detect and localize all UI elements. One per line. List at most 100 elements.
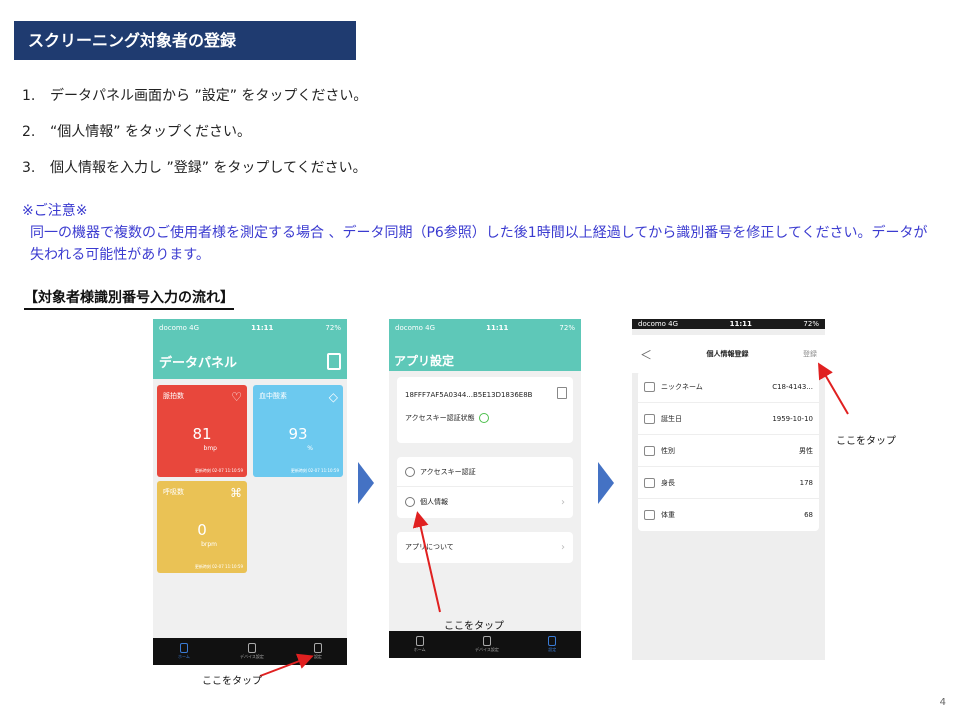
device-card: 18FFF7AF5A0344...B5E13D1836E8B アクセスキー認証状… (397, 377, 573, 443)
battery-label: 72% (559, 324, 575, 332)
tile-time: 更新時刻 02-07 11:10:59 (194, 564, 243, 569)
register-button[interactable]: 登録 (803, 349, 817, 359)
field-value: C18-4143... (772, 382, 813, 391)
spo2-tile[interactable]: 血中酸素 ◇ 93 % 更新時刻 02-07 11:10:59 (253, 385, 343, 477)
settings-card: アクセスキー認証 個人情報 › (397, 457, 573, 518)
nav-label: ホーム (178, 654, 190, 659)
screen-title: アプリ設定 (394, 354, 455, 368)
phone-icon (313, 643, 322, 653)
drop-icon: ◇ (328, 390, 338, 404)
flow-arrow-icon (358, 462, 374, 504)
flow-title: 【対象者様識別番号入力の流れ】 (24, 287, 234, 310)
row-label: アプリについて (405, 543, 454, 551)
about-row[interactable]: アプリについて › (397, 532, 573, 562)
about-card: アプリについて › (397, 532, 573, 563)
home-icon (179, 643, 188, 653)
ruler-icon (644, 477, 655, 488)
tile-time: 更新時刻 02-07 11:10:59 (290, 468, 339, 473)
lungs-icon: ⌘ (230, 486, 242, 500)
field-label: 性別 (661, 446, 675, 455)
field-label: ニックネーム (661, 382, 703, 391)
page-number: 4 (939, 697, 946, 708)
field-value: 178 (799, 478, 813, 487)
field-value: 1959-10-10 (772, 414, 813, 423)
person-icon (405, 497, 415, 507)
weight-row[interactable]: 体重 68 (638, 499, 819, 531)
nav-label: デバイス設定 (475, 647, 499, 652)
nickname-icon (644, 381, 655, 392)
phone-screen-app-settings: docomo 4G 11:11 72% アプリ設定 18FFF7AF5A0344… (389, 319, 581, 658)
flow-arrow-icon (598, 462, 614, 504)
clock-label: 11:11 (486, 324, 509, 332)
calendar-icon (644, 413, 655, 424)
tile-time: 更新時刻 02-07 11:10:59 (194, 468, 243, 473)
nav-device[interactable]: デバイス設定 (475, 636, 499, 653)
callout-tap-here: ここをタップ (202, 676, 262, 687)
gender-row[interactable]: 性別 男性 (638, 435, 819, 467)
nav-settings[interactable]: 設定 (548, 636, 557, 653)
note-title: ※ご注意※ (22, 203, 88, 219)
screen-title: 個人情報登録 (706, 350, 749, 358)
status-bar: docomo 4G 11:11 72% (632, 319, 825, 329)
device-id: 18FFF7AF5A0344...B5E13D1836E8B (405, 391, 533, 399)
phone-screen-personal-info: docomo 4G 11:11 72% ＜ 個人情報登録 登録 ニックネーム C1… (632, 319, 825, 660)
bottom-nav: ホーム デバイス設定 設定 (389, 631, 581, 658)
step-number: 1. (22, 88, 36, 104)
tile-unit: % (307, 445, 313, 452)
field-label: 体重 (661, 511, 675, 519)
personal-info-navbar: ＜ 個人情報登録 登録 (632, 335, 825, 373)
field-label: 誕生日 (661, 414, 682, 423)
step-number: 3. (22, 160, 36, 176)
key-icon (405, 466, 415, 477)
document-icon[interactable] (327, 353, 341, 370)
note-body: 同一の機器で複数のご使用者様を測定する場合 、データ同期（P6参照）した後1時間… (30, 225, 928, 263)
callout-tap-here: ここをタップ (444, 621, 504, 632)
carrier-label: docomo 4G (395, 324, 436, 332)
step-list: 1. データパネル画面から ”設定” をタップください。 2. “個人情報” をタッ… (22, 84, 367, 192)
row-label: 個人情報 (420, 498, 448, 506)
respiration-tile[interactable]: 呼吸数 ⌘ 0 brpm 更新時刻 02-07 11:10:59 (157, 481, 247, 573)
step-item: 1. データパネル画面から ”設定” をタップください。 (22, 84, 367, 120)
nav-label: デバイス設定 (239, 654, 264, 659)
carrier-label: docomo 4G (159, 324, 200, 332)
nav-home[interactable]: ホーム (178, 643, 190, 660)
status-bar: docomo 4G 11:11 72% (389, 319, 581, 337)
watch-icon (482, 636, 491, 646)
tile-label: 血中酸素 (259, 392, 287, 400)
back-button[interactable]: ＜ (640, 346, 652, 363)
field-value: 68 (804, 511, 813, 519)
chevron-right-icon: › (561, 496, 565, 508)
battery-label: 72% (325, 324, 341, 332)
birthday-row[interactable]: 誕生日 1959-10-10 (638, 403, 819, 435)
access-key-row[interactable]: アクセスキー認証 (397, 457, 573, 487)
copy-icon[interactable] (557, 387, 567, 399)
nav-label: 設定 (548, 647, 557, 652)
nav-device[interactable]: デバイス設定 (240, 643, 264, 660)
auth-status-row: アクセスキー認証状態 (397, 399, 573, 423)
tile-unit: bmp (203, 445, 217, 452)
phone-screen-data-panel: docomo 4G 11:11 72% データパネル 脈拍数 ♡ 81 bmp … (153, 319, 347, 665)
app-settings-header: docomo 4G 11:11 72% アプリ設定 (389, 319, 581, 371)
data-panel-header: docomo 4G 11:11 72% データパネル (153, 319, 347, 379)
pulse-tile[interactable]: 脈拍数 ♡ 81 bmp 更新時刻 02-07 11:10:59 (157, 385, 247, 477)
watch-icon (247, 643, 256, 653)
step-item: 2. “個人情報” をタップください。 (22, 120, 367, 156)
nav-home[interactable]: ホーム (414, 636, 426, 653)
check-icon (478, 413, 489, 423)
home-icon (415, 636, 424, 646)
auth-status-label: アクセスキー認証状態 (405, 414, 475, 422)
carrier-label: docomo 4G (638, 320, 679, 328)
nav-settings[interactable]: 設定 (313, 643, 322, 660)
personal-info-row[interactable]: 個人情報 › (397, 487, 573, 517)
clock-label: 11:11 (729, 320, 752, 328)
step-item: 3. 個人情報を入力し ”登録” をタップしてください。 (22, 156, 367, 192)
row-label: アクセスキー認証 (420, 467, 476, 476)
nickname-row[interactable]: ニックネーム C18-4143... (638, 371, 819, 403)
heart-icon: ♡ (231, 390, 242, 404)
bottom-nav: ホーム デバイス設定 設定 (153, 638, 347, 665)
tile-label: 呼吸数 (163, 488, 184, 496)
tile-unit: brpm (201, 541, 217, 548)
nav-label: 設定 (313, 654, 322, 659)
status-bar: docomo 4G 11:11 72% (153, 319, 347, 337)
height-row[interactable]: 身長 178 (638, 467, 819, 499)
